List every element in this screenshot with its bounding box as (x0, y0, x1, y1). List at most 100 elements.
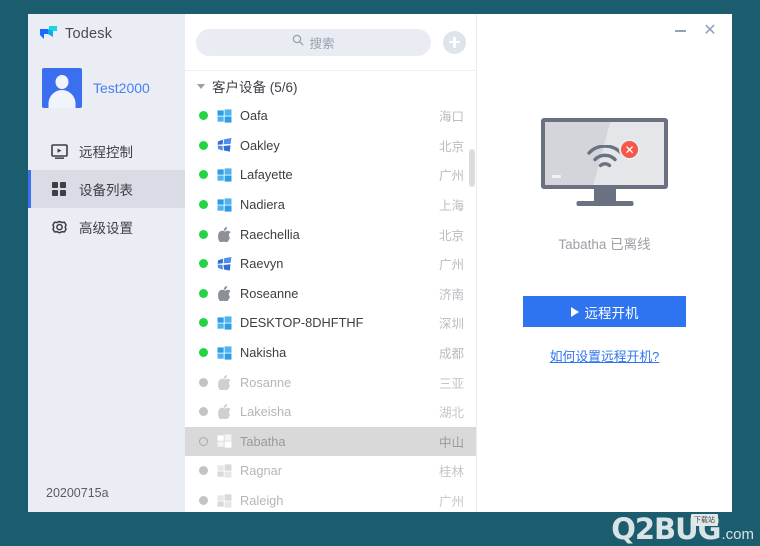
device-row[interactable]: Raleigh 广州 (185, 486, 476, 512)
device-row[interactable]: Lakeisha 湖北 (185, 397, 476, 427)
device-rows: Oafa 海口 Oakley 北京 Lafayette 广州 Nadiera 上海 Raeche… (185, 101, 476, 512)
status-dot-icon (199, 259, 208, 269)
device-name: Oakley (240, 137, 280, 153)
device-row[interactable]: Ragnar 桂林 (185, 456, 476, 486)
device-location: 海口 (438, 110, 464, 125)
device-location: 上海 (438, 199, 464, 214)
status-dot-icon (199, 170, 208, 180)
windows-10-icon (217, 167, 232, 182)
device-name: Nadiera (240, 197, 285, 213)
remote-power-help-link[interactable]: 如何设置远程开机? (550, 346, 660, 365)
device-row[interactable]: Oafa 海口 (185, 101, 476, 131)
status-dot-icon (199, 377, 208, 387)
plus-icon (449, 36, 460, 48)
status-dot-icon (199, 140, 208, 150)
windows-7-icon (217, 256, 232, 271)
device-name: DESKTOP-8DHFTHF (240, 315, 364, 331)
device-location: 中山 (438, 435, 464, 450)
window-controls: ✕ (666, 14, 732, 48)
offline-monitor-icon: ✕ (541, 118, 668, 208)
device-row[interactable]: Oakley 北京 (185, 131, 476, 161)
remote-power-on-label: 远程开机 (584, 305, 639, 321)
device-row[interactable]: Lafayette 广州 (185, 160, 476, 190)
device-row[interactable]: Roseanne 济南 (185, 279, 476, 309)
device-row[interactable]: Tabatha 中山 (185, 426, 476, 457)
windows-10-icon (217, 108, 232, 123)
device-location: 广州 (438, 495, 464, 510)
device-row[interactable]: DESKTOP-8DHFTHF 深圳 (185, 308, 476, 338)
device-location: 深圳 (438, 317, 464, 332)
device-list-scroll-area[interactable]: 客户设备 (5/6) Oafa 海口 Oakley 北京 Lafayette 广州 Nadi… (185, 70, 476, 512)
status-dot-icon (199, 111, 208, 121)
device-location: 成都 (438, 347, 464, 362)
windows-10-icon (217, 434, 232, 449)
device-location: 广州 (438, 258, 464, 273)
version-label: 20200715a (46, 486, 109, 500)
status-dot-icon (199, 200, 208, 210)
watermark: Q2BUG .com 下载站 (611, 512, 754, 546)
brand: Todesk (28, 14, 185, 54)
sidebar-item-remote-control[interactable]: 远程控制 (28, 132, 185, 170)
device-group-title: 客户设备 (5/6) (212, 80, 298, 95)
windows-10-icon (217, 197, 232, 212)
device-row[interactable]: Rosanne 三亚 (185, 367, 476, 397)
device-group-header[interactable]: 客户设备 (5/6) (185, 71, 476, 101)
apple-icon (217, 285, 232, 301)
watermark-tag: 下载站 (691, 514, 718, 527)
status-dot-icon (199, 496, 208, 506)
close-button[interactable]: ✕ (696, 18, 724, 44)
device-row[interactable]: Nadiera 上海 (185, 190, 476, 220)
device-row[interactable]: Raevyn 广州 (185, 249, 476, 279)
chevron-down-icon[interactable] (197, 83, 205, 89)
device-name: Oafa (240, 108, 268, 124)
device-list-scrollbar[interactable] (469, 103, 475, 510)
device-name: Raevyn (240, 256, 284, 272)
sidebar-item-advanced-settings[interactable]: 高级设置 (28, 208, 185, 246)
device-name: Nakisha (240, 345, 287, 361)
apple-icon (217, 404, 232, 420)
device-name: Roseanne (240, 285, 299, 301)
device-row[interactable]: Nakisha 成都 (185, 338, 476, 368)
device-location: 北京 (438, 228, 464, 243)
profile-name: Test2000 (93, 80, 150, 96)
remote-control-icon (50, 142, 68, 160)
remote-power-on-button[interactable]: 远程开机 (523, 296, 686, 327)
sidebar-item-label: 设备列表 (79, 183, 133, 198)
device-name: Raechellia (240, 226, 300, 242)
scrollbar-thumb[interactable] (469, 149, 475, 187)
status-dot-icon (199, 229, 208, 239)
minimize-icon (674, 30, 686, 32)
status-dot-icon (199, 348, 208, 358)
device-detail-panel: ✕ ✕ Tabatha 已离线 远程开机 如何设置远程开机? (477, 14, 732, 512)
minimize-button[interactable] (666, 18, 694, 44)
device-location: 桂林 (438, 465, 464, 480)
device-name: Rosanne (240, 374, 292, 390)
todesk-logo-icon (40, 25, 58, 43)
device-name: Tabatha (240, 433, 286, 449)
brand-name: Todesk (65, 26, 113, 42)
windows-7-icon (217, 138, 232, 153)
sidebar-item-label: 高级设置 (79, 221, 133, 236)
sidebar-item-label: 远程控制 (79, 145, 133, 160)
apple-icon (217, 374, 232, 390)
wifi-icon (586, 144, 623, 172)
add-device-button[interactable] (443, 30, 466, 54)
close-icon: ✕ (703, 22, 717, 39)
device-location: 北京 (438, 139, 464, 154)
device-location: 三亚 (438, 376, 464, 391)
status-dot-icon (199, 407, 208, 417)
profile[interactable]: Test2000 (28, 68, 185, 108)
search-input[interactable]: 搜索 (196, 28, 431, 56)
status-dot-icon (199, 288, 208, 298)
sidebar-item-device-list[interactable]: 设备列表 (28, 170, 185, 208)
device-location: 济南 (438, 287, 464, 302)
device-list-column: 搜索 客户设备 (5/6) Oafa 海口 Oakley 北京 Lafayette 广州 N… (185, 14, 477, 512)
device-name: Lafayette (240, 167, 293, 183)
device-location: 广州 (438, 169, 464, 184)
error-badge-icon: ✕ (619, 139, 640, 160)
device-row[interactable]: Raechellia 北京 (185, 219, 476, 249)
device-name: Lakeisha (240, 404, 292, 420)
watermark-domain: .com (721, 526, 754, 543)
search-icon (292, 33, 304, 51)
watermark-text: Q2BUG (611, 512, 721, 546)
